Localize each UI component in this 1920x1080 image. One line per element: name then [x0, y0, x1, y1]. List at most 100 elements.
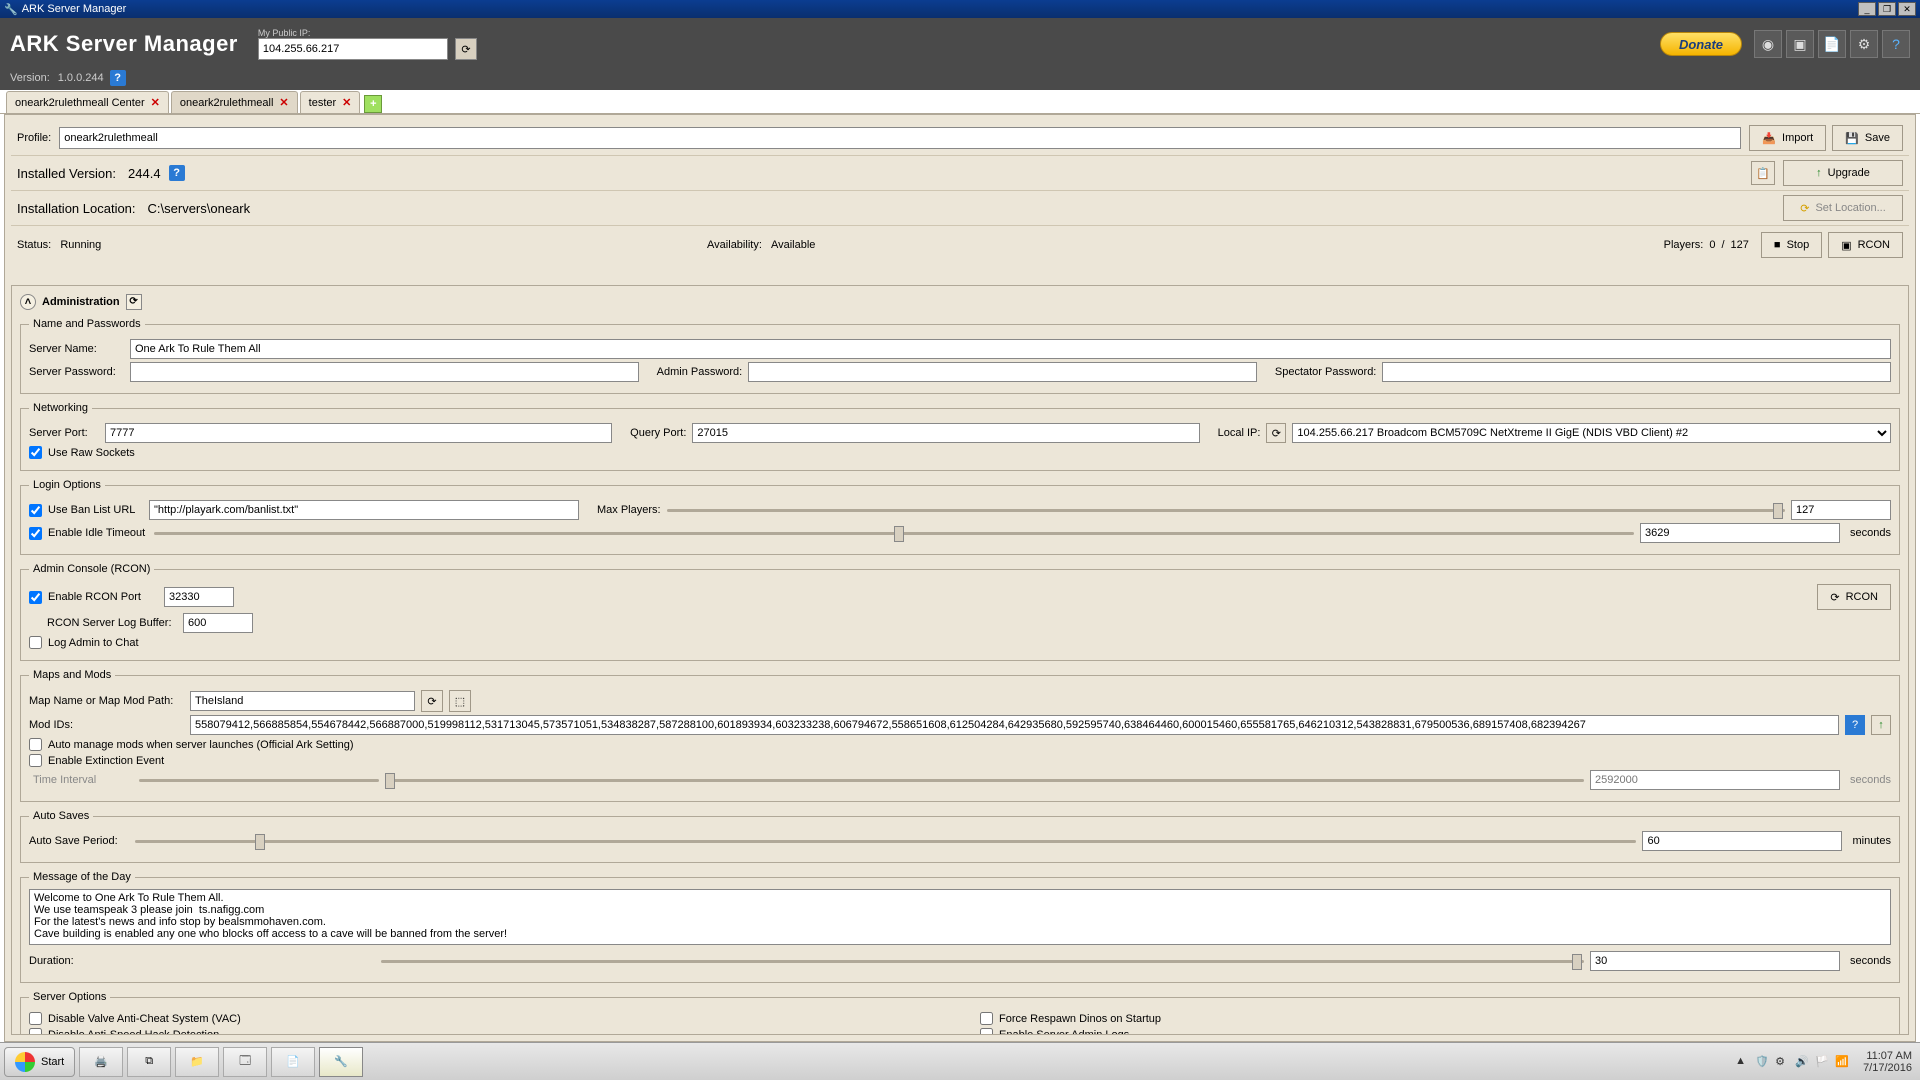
settings-icon[interactable]: ⚙ — [1850, 30, 1878, 58]
tray-icon[interactable]: 🔊 — [1795, 1055, 1809, 1069]
rcon-console-button[interactable]: ⟳ RCON — [1817, 584, 1891, 610]
tab-profile-0[interactable]: oneark2rulethmeall Center ✕ — [6, 91, 169, 113]
public-ip-input[interactable] — [258, 38, 448, 60]
version-value: 1.0.0.244 — [58, 72, 104, 84]
profile-row: Profile: 📥 Import 💾 Save — [11, 121, 1909, 155]
tray-icon[interactable]: ⚙ — [1775, 1055, 1789, 1069]
tab-close-icon[interactable]: ✕ — [342, 96, 351, 109]
motd-duration-input[interactable] — [1590, 951, 1840, 971]
disable-antispeed-checkbox[interactable] — [29, 1028, 42, 1035]
taskbar-app-1[interactable]: 🖨️ — [79, 1047, 123, 1077]
max-players-slider[interactable] — [667, 501, 1785, 519]
import-button[interactable]: 📥 Import — [1749, 125, 1826, 151]
map-browse-button[interactable]: ⬚ — [449, 690, 471, 712]
tray-icon[interactable]: 🏳️ — [1815, 1055, 1829, 1069]
mod-help-icon[interactable]: ? — [1845, 715, 1865, 735]
tray-clock[interactable]: 11:07 AM 7/17/2016 — [1863, 1050, 1912, 1074]
taskbar-ark-manager[interactable]: 🔧 — [319, 1047, 363, 1077]
document-icon[interactable]: 📄 — [1818, 30, 1846, 58]
admin-password-input[interactable] — [748, 362, 1257, 382]
spectator-password-input[interactable] — [1382, 362, 1891, 382]
tab-close-icon[interactable]: ✕ — [279, 96, 288, 109]
ban-list-url-input[interactable] — [149, 500, 579, 520]
profile-tabstrip: oneark2rulethmeall Center ✕ oneark2rulet… — [0, 90, 1920, 114]
tab-profile-1[interactable]: oneark2rulethmeall ✕ — [171, 91, 298, 113]
minimize-button[interactable]: _ — [1858, 2, 1876, 16]
players-max: 127 — [1731, 239, 1749, 251]
server-password-input[interactable] — [130, 362, 639, 382]
version-help-icon[interactable]: ? — [110, 70, 126, 86]
query-port-input[interactable] — [692, 423, 1199, 443]
add-tab-button[interactable]: + — [364, 95, 382, 113]
idle-timeout-input[interactable] — [1640, 523, 1840, 543]
reset-section-icon[interactable]: ⟳ — [126, 294, 142, 310]
motd-duration-slider[interactable] — [381, 952, 1584, 970]
local-ip-label: Local IP: — [1218, 427, 1261, 439]
raw-sockets-checkbox[interactable] — [29, 446, 42, 459]
install-location-label: Installation Location: — [17, 201, 136, 216]
administration-header[interactable]: ˄ Administration ⟳ — [20, 290, 1900, 314]
taskbar-explorer[interactable]: 📁 — [175, 1047, 219, 1077]
rcon-log-buffer-input[interactable] — [183, 613, 253, 633]
tab-close-icon[interactable]: ✕ — [151, 96, 160, 109]
refresh-local-ip-button[interactable]: ⟳ — [1266, 423, 1286, 443]
maximize-button[interactable]: ❐ — [1878, 2, 1896, 16]
log-admin-chat-checkbox[interactable] — [29, 636, 42, 649]
auto-manage-mods-label: Auto manage mods when server launches (O… — [48, 739, 354, 751]
console-icon[interactable]: ▣ — [1786, 30, 1814, 58]
maps-mods-group: Maps and Mods Map Name or Map Mod Path: … — [20, 669, 1900, 802]
donate-button[interactable]: Donate — [1660, 32, 1742, 56]
motd-textarea[interactable]: Welcome to One Ark To Rule Them All. We … — [29, 889, 1891, 945]
rcon-button[interactable]: ▣ RCON — [1828, 232, 1903, 258]
force-respawn-checkbox[interactable] — [980, 1012, 993, 1025]
save-button[interactable]: 💾 Save — [1832, 125, 1903, 151]
autosave-period-input[interactable] — [1642, 831, 1842, 851]
tray-network-icon[interactable]: 📶 — [1835, 1055, 1849, 1069]
admin-logs-checkbox[interactable] — [980, 1028, 993, 1035]
taskbar-notepad[interactable]: 📄 — [271, 1047, 315, 1077]
server-name-input[interactable] — [130, 339, 1891, 359]
mod-upload-button[interactable]: ↑ — [1871, 715, 1891, 735]
tray-icon[interactable]: ▲ — [1735, 1055, 1749, 1069]
tab-profile-2[interactable]: tester ✕ — [300, 91, 361, 113]
max-players-input[interactable] — [1791, 500, 1891, 520]
server-options-group: Server Options Disable Valve Anti-Cheat … — [20, 991, 1900, 1035]
map-name-input[interactable] — [190, 691, 415, 711]
extinction-checkbox[interactable] — [29, 754, 42, 767]
close-window-button[interactable]: ✕ — [1898, 2, 1916, 16]
auto-manage-mods-checkbox[interactable] — [29, 738, 42, 751]
profile-name-input[interactable] — [59, 127, 1741, 149]
settings-scroll-area[interactable]: ˄ Administration ⟳ Name and Passwords Se… — [11, 285, 1909, 1035]
local-ip-select[interactable]: 104.255.66.217 Broadcom BCM5709C NetXtre… — [1292, 423, 1891, 443]
status-value: Running — [60, 239, 101, 251]
login-options-group: Login Options Use Ban List URL Max Playe… — [20, 479, 1900, 555]
idle-timeout-slider[interactable] — [154, 524, 1634, 542]
rcon-log-buffer-label: RCON Server Log Buffer: — [47, 617, 177, 629]
enable-rcon-checkbox[interactable] — [29, 591, 42, 604]
use-ban-list-checkbox[interactable] — [29, 504, 42, 517]
help-icon[interactable]: ? — [1882, 30, 1910, 58]
set-location-button[interactable]: ⟳ Set Location... — [1783, 195, 1903, 221]
patch-notes-icon[interactable]: 📋 — [1751, 161, 1775, 185]
mod-ids-input[interactable] — [190, 715, 1839, 735]
steam-icon[interactable]: ◉ — [1754, 30, 1782, 58]
autosave-unit: minutes — [1852, 835, 1891, 847]
server-port-input[interactable] — [105, 423, 612, 443]
installed-help-icon[interactable]: ? — [169, 165, 185, 181]
chevron-up-icon[interactable]: ˄ — [20, 294, 36, 310]
start-button[interactable]: Start — [4, 1047, 75, 1077]
players-current: 0 — [1709, 239, 1715, 251]
map-refresh-button[interactable]: ⟳ — [421, 690, 443, 712]
stop-button[interactable]: ■ Stop — [1761, 232, 1822, 258]
disable-vac-checkbox[interactable] — [29, 1012, 42, 1025]
upgrade-button[interactable]: ↑ Upgrade — [1783, 160, 1903, 186]
idle-timeout-checkbox[interactable] — [29, 527, 42, 540]
taskbar-server-manager[interactable]: 🗔 — [223, 1047, 267, 1077]
refresh-ip-button[interactable]: ⟳ — [455, 38, 477, 60]
autosave-slider[interactable] — [135, 832, 1636, 850]
taskbar-powershell[interactable]: ⧉ — [127, 1047, 171, 1077]
rcon-port-input[interactable] — [164, 587, 234, 607]
tray-icon[interactable]: 🛡️ — [1755, 1055, 1769, 1069]
name-passwords-group: Name and Passwords Server Name: Server P… — [20, 318, 1900, 394]
availability-label: Availability: — [707, 239, 762, 251]
